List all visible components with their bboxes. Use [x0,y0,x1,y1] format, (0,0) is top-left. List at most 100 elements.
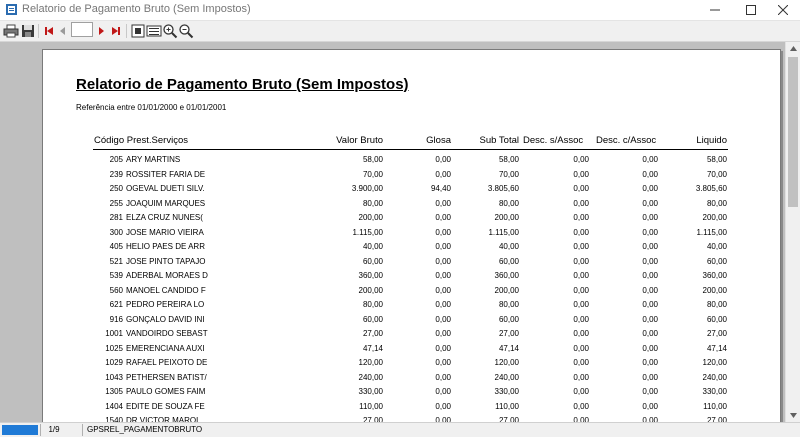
cell-code: 1029 [105,358,123,367]
cell-gross: 60,00 [362,314,383,324]
cell-code: 239 [109,169,123,179]
report-title: Relatorio de Pagamento Bruto (Sem Impost… [76,76,409,93]
toolbar-separator [126,24,127,38]
report-page: Relatorio de Pagamento Bruto (Sem Impost… [42,49,781,422]
cell-net: 3.805,60 [695,184,727,193]
cell-subtotal: 200,00 [494,213,519,222]
next-page-icon [99,27,104,35]
cell-desc-s-assoc: 0,00 [573,372,589,382]
cell-glosa: 0,00 [435,372,451,382]
page-width-button[interactable] [146,23,162,39]
cell-desc-c-assoc: 0,00 [642,227,658,237]
page-number-input[interactable] [71,22,93,37]
cell-desc-c-assoc: 0,00 [642,401,658,411]
cell-glosa: 0,00 [435,227,451,237]
table-row: 621 PEDRO PEREIRA LO 80,00 0,00 80,00 0,00 0,0… [43,300,780,314]
cell-net: 80,00 [706,300,727,309]
table-row: 281 ELZA CRUZ NUNES(200,00 0,00 200,00 0,00 0… [43,213,780,227]
cell-subtotal: 40,00 [498,242,519,251]
report-viewport[interactable]: Relatorio de Pagamento Bruto (Sem Impost… [0,42,785,422]
zoom-out-button[interactable] [178,23,194,39]
scrollbar-thumb[interactable] [788,57,798,207]
cell-desc-s-assoc: 0,00 [573,343,589,353]
cell-desc-s-assoc: 0,00 [573,169,589,179]
cell-name: VANDOIRDO SEBAST [126,329,208,338]
cell-glosa: 0,00 [435,256,451,266]
scroll-down-icon[interactable] [790,413,797,418]
toolbar [0,21,800,42]
cell-net: 1.115,00 [696,227,727,237]
zoom-in-button[interactable] [162,23,178,39]
cell-desc-s-assoc: 0,00 [573,242,589,251]
zoom-out-icon [179,24,194,39]
toolbar-separator [38,24,39,38]
column-header-code: Código Prest.Serviços [94,135,188,146]
table-row: 250 OGEVAL DUETI SILV. 3.900,00 94,40 3.805,… [43,184,780,198]
next-page-button[interactable] [93,23,109,39]
minimize-button[interactable] [698,0,732,20]
cell-net: 360,00 [702,271,727,280]
table-row: 1305 PAULO GOMES FAIM 330,00 0,00 330,00 0,00… [43,387,780,401]
cell-gross: 40,00 [362,242,383,251]
cell-code: 405 [109,242,123,251]
cell-subtotal: 110,00 [495,401,519,411]
table-row: 255 JOAQUIM MARQUES 80,00 0,00 80,00 0,00 0,00… [43,199,780,213]
cell-subtotal: 240,00 [494,372,519,382]
cell-gross: 110,00 [359,401,383,411]
cell-desc-s-assoc: 0,00 [573,198,589,208]
cell-subtotal: 70,00 [498,169,519,179]
close-button[interactable] [766,0,800,20]
cell-gross: 200,00 [358,285,383,295]
table-row: 916 GONÇALO DAVID INI 60,00 0,00 60,00 0,00 0,… [43,315,780,329]
cell-gross: 330,00 [358,387,383,396]
vertical-scrollbar[interactable] [785,42,800,422]
table-row: 521 JOSE PINTO TAPAJO 60,00 0,00 60,00 0,00 0,… [43,257,780,271]
cell-subtotal: 58,00 [498,155,519,164]
cell-desc-s-assoc: 0,00 [573,213,589,222]
cell-desc-c-assoc: 0,00 [642,213,658,222]
cell-net: 110,00 [703,401,727,411]
cell-gross: 240,00 [358,372,383,382]
cell-gross: 3.900,00 [351,184,383,193]
cell-desc-s-assoc: 0,00 [573,314,589,324]
print-button[interactable] [3,23,19,39]
cell-gross: 80,00 [362,198,383,208]
cell-gross: 360,00 [358,271,383,280]
last-page-button[interactable] [108,23,124,39]
cell-glosa: 0,00 [435,169,451,179]
cell-subtotal: 200,00 [494,285,519,295]
cell-glosa: 0,00 [435,285,451,295]
cell-net: 200,00 [702,213,727,222]
report-name: GPSREL_PAGAMENTOBRUTO [82,424,202,436]
cell-gross: 47,14 [362,343,383,353]
cell-name: EMERENCIANA AUXI [126,343,205,353]
cell-net: 40,00 [706,242,727,251]
column-header-net: Liquido [696,135,727,146]
save-button[interactable] [20,23,36,39]
cell-name: ELZA CRUZ NUNES( [126,213,203,222]
cell-gross: 120,00 [358,358,383,367]
cell-gross: 200,00 [358,213,383,222]
printer-icon [3,24,19,38]
cell-subtotal: 27,00 [498,329,519,338]
scroll-up-icon[interactable] [790,46,797,51]
cell-name: ROSSITER FARIA DE [126,169,206,179]
cell-desc-s-assoc: 0,00 [573,184,589,193]
page-indicator: 1/9 [40,424,67,436]
status-bar: 1/9 GPSREL_PAGAMENTOBRUTO [0,422,800,437]
maximize-button[interactable] [734,0,768,20]
table-row: 405 HELIO PAES DE ARR 40,00 0,00 40,00 0,00 0,… [43,242,780,256]
whole-page-button[interactable] [130,23,146,39]
cell-desc-c-assoc: 0,00 [642,329,658,338]
cell-desc-s-assoc: 0,00 [573,271,589,280]
cell-desc-c-assoc: 0,00 [642,300,658,309]
cell-desc-s-assoc: 0,00 [573,401,589,411]
cell-subtotal: 330,00 [494,387,519,396]
cell-code: 539 [109,271,123,280]
cell-desc-c-assoc: 0,00 [642,285,658,295]
previous-page-button[interactable] [55,23,71,39]
cell-glosa: 0,00 [435,343,451,353]
cell-code: 1025 [105,343,123,353]
column-header-subtotal: Sub Total [479,135,519,146]
progress-bar [2,425,38,435]
